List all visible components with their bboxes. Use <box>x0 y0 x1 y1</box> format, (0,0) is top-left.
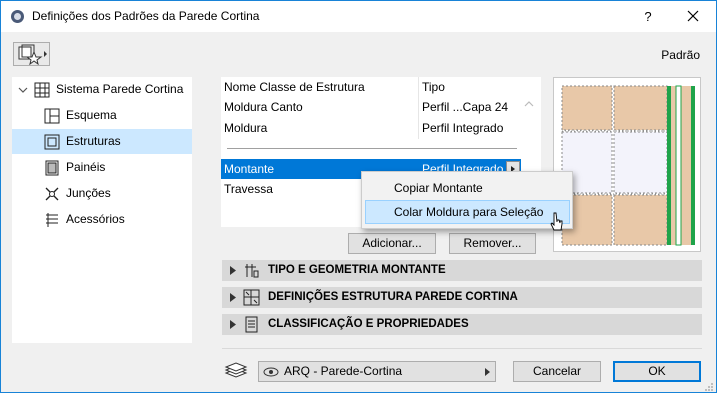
curtain-wall-preview <box>553 77 701 252</box>
chevron-right-icon <box>230 293 236 302</box>
list-row-corner-frame[interactable]: Moldura Canto Perfil ...Capa 24 <box>221 97 521 117</box>
tree-item-label: Junções <box>66 186 111 200</box>
preview-drawing <box>554 78 700 251</box>
close-icon[interactable] <box>681 5 705 27</box>
accessory-icon <box>46 213 58 227</box>
layer-icon <box>224 362 248 378</box>
panel-icon <box>45 160 59 176</box>
tree-item-label: Esquema <box>66 108 117 122</box>
add-button[interactable]: Adicionar... <box>348 233 436 254</box>
geometry-icon <box>245 264 259 278</box>
column-header-name: Nome Classe de Estrutura <box>224 80 365 94</box>
eye-icon <box>263 367 279 377</box>
tree-item-frames[interactable]: Estruturas <box>12 129 192 154</box>
chevron-right-icon <box>230 320 236 329</box>
row-name: Montante <box>224 162 275 176</box>
settings-tree: Sistema Parede Cortina Esquema Estrutura… <box>12 77 192 343</box>
section-mullion-type-geometry[interactable]: TIPO E GEOMETRIA MONTANTE <box>222 260 702 281</box>
list-row-boundary-frame[interactable]: Moldura Perfil Integrado <box>221 118 521 138</box>
chevron-down-icon[interactable] <box>18 86 28 94</box>
title-bar: Definições dos Padrões da Parede Cortina… <box>1 1 716 32</box>
chevron-right-icon <box>485 368 490 376</box>
row-name: Travessa <box>224 182 273 196</box>
remove-button[interactable]: Remover... <box>449 233 536 254</box>
tree-item-label: Painéis <box>66 160 106 174</box>
frame-icon <box>44 134 60 150</box>
ok-button[interactable]: OK <box>613 361 701 382</box>
help-button[interactable]: ? <box>636 7 660 27</box>
tree-root-label: Sistema Parede Cortina <box>56 82 184 96</box>
dialog-window: Definições dos Padrões da Parede Cortina… <box>0 0 717 393</box>
tree-item-accessories[interactable]: Acessórios <box>12 207 192 232</box>
layer-value: ARQ - Parede-Cortina <box>284 364 403 378</box>
layer-select[interactable]: ARQ - Parede-Cortina <box>258 361 496 382</box>
menu-item-label: Copiar Montante <box>394 181 483 195</box>
app-icon <box>11 10 24 23</box>
section-label: TIPO E GEOMETRIA MONTANTE <box>268 264 446 276</box>
favorites-icon <box>18 44 47 66</box>
mouse-cursor-icon <box>550 212 563 231</box>
preset-label: Padrão <box>661 48 700 62</box>
resize-grip-icon[interactable] <box>704 382 714 392</box>
chevron-right-icon <box>230 266 236 275</box>
column-header-type: Tipo <box>422 80 445 94</box>
tree-item-panels[interactable]: Painéis <box>12 155 192 180</box>
section-classification-properties[interactable]: CLASSIFICAÇÃO E PROPRIEDADES <box>222 314 702 335</box>
list-header-row: Nome Classe de Estrutura Tipo <box>221 77 521 97</box>
window-title: Definições dos Padrões da Parede Cortina <box>32 9 260 23</box>
cancel-button[interactable]: Cancelar <box>513 361 601 382</box>
scroll-up-icon[interactable] <box>523 99 535 109</box>
settings-icon <box>243 289 260 306</box>
tree-item-scheme[interactable]: Esquema <box>12 103 192 128</box>
section-frame-settings[interactable]: DEFINIÇÕES ESTRUTURA PAREDE CORTINA <box>222 287 702 308</box>
list-divider <box>227 148 517 149</box>
tree-item-junctions[interactable]: Junções <box>12 181 192 206</box>
curtain-wall-icon <box>34 82 50 98</box>
row-type: Perfil Integrado <box>422 121 504 135</box>
footer-divider <box>222 348 702 349</box>
row-name: Moldura <box>224 121 268 135</box>
properties-icon <box>245 316 258 333</box>
scheme-icon <box>44 108 60 124</box>
menu-item-paste-frame[interactable]: Colar Moldura para Seleção <box>365 200 570 224</box>
tree-item-label: Acessórios <box>66 212 125 226</box>
menu-item-copy-mullion[interactable]: Copiar Montante <box>365 176 570 200</box>
row-type: Perfil ...Capa 24 <box>422 100 509 114</box>
section-label: CLASSIFICAÇÃO E PROPRIEDADES <box>268 318 469 330</box>
row-name: Moldura Canto <box>224 100 303 114</box>
favorites-button[interactable] <box>13 42 50 66</box>
menu-item-label: Colar Moldura para Seleção <box>394 205 544 219</box>
tree-root-curtain-wall[interactable]: Sistema Parede Cortina <box>12 77 192 102</box>
context-menu: Copiar Montante Colar Moldura para Seleç… <box>361 171 573 229</box>
section-label: DEFINIÇÕES ESTRUTURA PAREDE CORTINA <box>268 291 518 303</box>
tree-item-label: Estruturas <box>66 134 121 148</box>
junction-icon <box>45 187 59 201</box>
